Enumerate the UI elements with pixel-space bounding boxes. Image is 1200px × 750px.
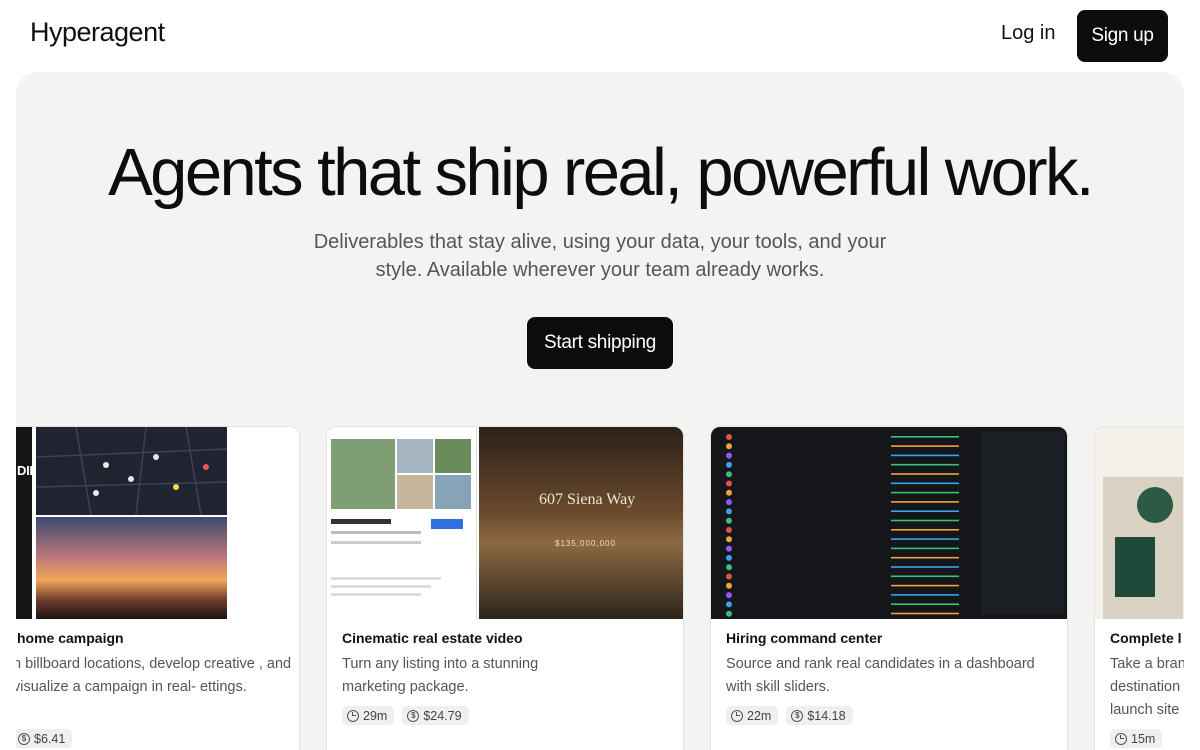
candidate-avatar — [726, 517, 732, 524]
card-real-estate-video[interactable]: 607 Siena Way $135,000,000 Cinematic rea… — [326, 426, 684, 750]
logo[interactable]: Hyperagent — [30, 17, 165, 48]
candidate-avatar — [726, 452, 732, 459]
time-value: 15m — [1131, 731, 1156, 746]
skill-bar — [891, 491, 959, 494]
thumb-dashboard — [711, 427, 1067, 619]
hero-headline: Agents that ship real, powerful work. — [108, 135, 1094, 210]
card-meta: 15m — [1110, 729, 1163, 748]
candidate-avatar — [726, 471, 732, 478]
skill-bar — [891, 482, 959, 485]
candidate-avatar — [726, 434, 732, 440]
time-chip: 29m — [342, 706, 395, 725]
card-thumbnail: DIRECTING. — [16, 427, 299, 619]
skill-bar — [891, 612, 959, 615]
candidate-avatar — [726, 592, 732, 599]
thumb-video-frame: 607 Siena Way $135,000,000 — [479, 427, 683, 619]
skill-bar — [891, 519, 959, 522]
card-billboard-campaign[interactable]: DIRECTING. home campaign h billboard loc… — [16, 426, 300, 750]
time-value: 29m — [363, 708, 388, 723]
card-description: h billboard locations, develop creative … — [16, 656, 292, 695]
candidate-avatar — [726, 610, 732, 617]
dollar-icon: $ — [407, 709, 420, 722]
clock-icon — [347, 709, 359, 722]
candidate-avatar — [726, 508, 732, 515]
card-title: Complete l — [1110, 630, 1182, 646]
card-meta: 29m $ $24.79 — [342, 706, 469, 725]
hero-section: Agents that ship real, powerful work. De… — [16, 72, 1184, 750]
skill-bar — [891, 501, 959, 503]
skill-bar — [891, 603, 959, 605]
skill-bar — [891, 538, 959, 540]
card-description: Take a bran destination launch site — [1110, 656, 1184, 718]
dollar-icon: $ — [18, 732, 30, 745]
candidate-avatar — [726, 461, 732, 468]
skill-bar — [891, 529, 959, 531]
thumb-brand-site — [1095, 427, 1184, 619]
login-link[interactable]: Log in — [1001, 22, 1056, 45]
cost-value: $24.79 — [423, 708, 462, 723]
skill-bar — [891, 556, 959, 559]
thumb-listing-price: $135,000,000 — [555, 539, 616, 548]
candidate-avatar — [726, 545, 732, 552]
skill-bar — [891, 566, 959, 568]
candidate-avatar — [726, 499, 732, 506]
top-nav: Hyperagent Log in Sign up — [0, 0, 1200, 72]
card-hiring-command-center[interactable]: Hiring command center Source and rank re… — [710, 426, 1068, 750]
card-brand-launch[interactable]: Complete l Take a bran destination launc… — [1094, 426, 1184, 750]
signup-button[interactable]: Sign up — [1077, 10, 1168, 62]
skill-bar — [891, 445, 959, 447]
candidate-avatar — [726, 527, 732, 533]
clock-icon — [731, 709, 743, 722]
card-thumbnail — [1095, 427, 1184, 619]
thumb-sunset-photo — [36, 517, 227, 619]
candidate-avatar — [726, 601, 732, 608]
card-thumbnail: 607 Siena Way $135,000,000 — [327, 427, 683, 619]
card-thumbnail — [711, 427, 1067, 619]
thumb-listing-page — [327, 427, 477, 619]
skill-bar — [891, 436, 959, 438]
cost-value: $14.18 — [807, 708, 846, 723]
cost-value: $6.41 — [34, 731, 66, 746]
card-description: Source and rank real candidates in a das… — [726, 656, 1035, 695]
thumb-dark-panel: DIRECTING. — [16, 427, 89, 619]
card-meta: 22m $ $14.18 — [726, 706, 853, 725]
skill-bar — [891, 473, 959, 475]
card-title: Cinematic real estate video — [342, 630, 523, 646]
candidate-avatar — [726, 564, 732, 571]
candidate-avatar — [726, 582, 732, 589]
skill-bar — [891, 594, 959, 596]
time-value: 22m — [747, 708, 772, 723]
candidate-avatar — [726, 443, 732, 450]
card-title: Hiring command center — [726, 630, 883, 646]
candidate-avatar — [726, 554, 732, 561]
cost-chip: $ $6.41 — [16, 729, 73, 748]
card-title: home campaign — [17, 630, 124, 646]
dollar-icon: $ — [791, 709, 804, 722]
candidate-avatar — [726, 573, 732, 580]
skill-bar — [891, 575, 959, 578]
hero-subhead: Deliverables that stay alive, using your… — [313, 231, 887, 281]
skill-bar — [891, 454, 959, 457]
time-chip: 22m — [726, 706, 779, 725]
clock-icon — [1115, 732, 1127, 745]
thumb-listing-title: 607 Siena Way — [539, 491, 636, 508]
candidate-avatar — [726, 489, 732, 496]
skill-bar — [891, 463, 959, 466]
candidate-avatar — [726, 536, 732, 543]
candidate-avatar — [726, 480, 732, 487]
cost-chip: $ $24.79 — [402, 706, 469, 725]
card-meta: $ $6.41 — [16, 729, 73, 748]
card-description: Turn any listing into a stunning marketi… — [342, 656, 539, 695]
skill-bar — [891, 547, 959, 550]
skill-bar — [891, 584, 959, 587]
start-shipping-button[interactable]: Start shipping — [527, 317, 673, 369]
skill-bar — [891, 510, 959, 512]
cost-chip: $ $14.18 — [786, 706, 853, 725]
time-chip: 15m — [1110, 729, 1163, 748]
thumb-map — [35, 427, 228, 516]
